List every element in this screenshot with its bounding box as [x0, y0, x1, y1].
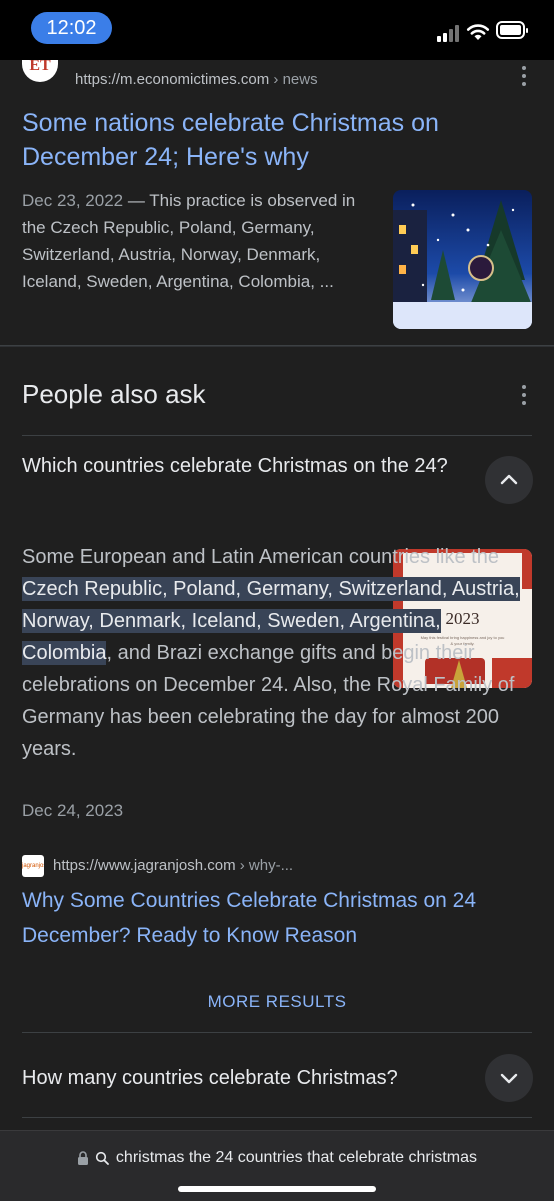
more-results-button[interactable]: MORE RESULTS — [0, 992, 554, 1012]
source-url-crumb: › why-... — [235, 857, 294, 874]
result-title-link[interactable]: Some nations celebrate Christmas on Dece… — [22, 106, 502, 174]
source-url-domain: https://www.jagranjosh.com — [53, 857, 236, 874]
paa-question-2[interactable]: How many countries celebrate Christmas? — [22, 1063, 462, 1093]
search-result-economictimes[interactable]: ET https://m.economictimes.com › news So… — [0, 60, 554, 346]
paa-answer-text: Some European and Latin American countri… — [22, 541, 532, 765]
cellular-signal-icon — [437, 24, 463, 42]
chevron-up-icon — [500, 474, 518, 485]
wifi-icon — [466, 24, 490, 40]
paa-more-options-icon[interactable] — [514, 383, 534, 407]
browser-address-bar[interactable]: christmas the 24 countries that celebrat… — [0, 1130, 554, 1201]
divider — [22, 1117, 532, 1118]
expand-button[interactable] — [485, 1054, 533, 1102]
snowy-night-thumbnail[interactable] — [393, 190, 532, 329]
divider — [22, 435, 532, 436]
divider — [22, 1032, 532, 1033]
source-title-link[interactable]: Why Some Countries Celebrate Christmas o… — [22, 883, 522, 953]
status-time[interactable]: 12:02 — [31, 12, 112, 44]
battery-icon — [496, 21, 528, 39]
search-results-page: ET https://m.economictimes.com › news So… — [0, 60, 554, 1130]
result-snippet: Dec 23, 2022 — This practice is observed… — [22, 187, 374, 295]
status-bar: 12:02 — [0, 0, 554, 60]
paa-question-1[interactable]: Which countries celebrate Christmas on t… — [22, 451, 462, 481]
collapse-button[interactable] — [485, 456, 533, 504]
economictimes-favicon: ET — [22, 60, 58, 82]
chevron-down-icon — [500, 1073, 518, 1084]
result-url-domain: https://m.economictimes.com — [75, 71, 270, 88]
answer-intro: Some European and Latin American countri… — [22, 546, 499, 568]
lock-icon — [78, 1151, 89, 1165]
result-more-options-icon[interactable] — [514, 64, 534, 88]
result-url[interactable]: https://m.economictimes.com › news — [75, 71, 318, 88]
answer-date: Dec 24, 2023 — [22, 801, 124, 820]
address-query: christmas the 24 countries that celebrat… — [115, 1149, 477, 1166]
search-icon — [96, 1151, 110, 1165]
snippet-separator: — — [123, 191, 150, 210]
people-also-ask-panel: People also ask Which countries celebrat… — [0, 346, 554, 1130]
paa-heading: People also ask — [22, 379, 206, 409]
address-field[interactable]: christmas the 24 countries that celebrat… — [0, 1149, 554, 1167]
result-date: Dec 23, 2022 — [22, 191, 124, 210]
jagranjosh-favicon: jagranjosh — [22, 855, 44, 877]
source-url[interactable]: https://www.jagranjosh.com › why-... — [53, 857, 293, 874]
result-url-crumb: › news — [269, 71, 318, 88]
home-indicator[interactable] — [178, 1186, 376, 1192]
